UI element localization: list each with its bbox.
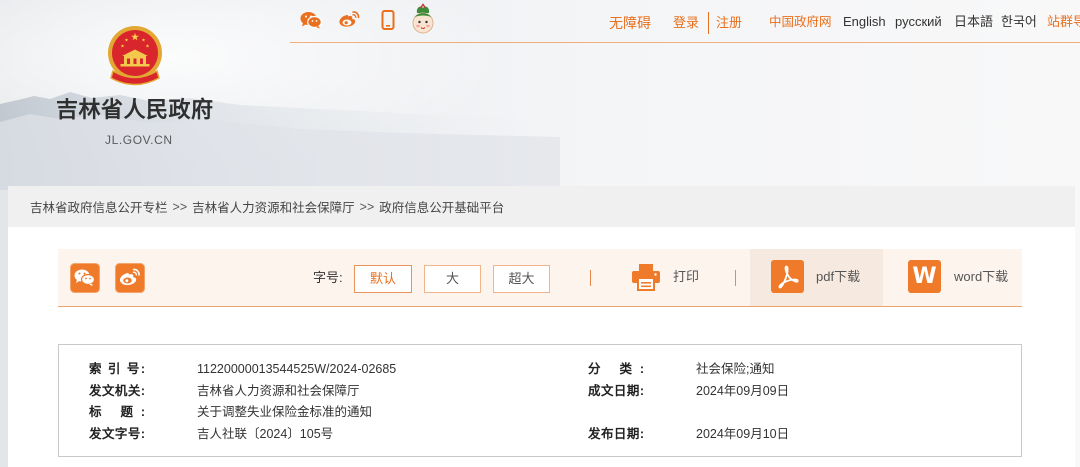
breadcrumb: 吉林省政府信息公开专栏 >> 吉林省人力资源和社会保障厅 >> 政府信息公开基础… [8,186,1075,227]
index-number-value: 11220000013544525W/2024-02685 [197,362,397,376]
breadcrumb-separator: >> [172,199,188,214]
share-weibo-button[interactable] [115,263,145,298]
pdf-download-button[interactable]: pdf下载 [816,270,860,284]
issuer-value: 吉林省人力资源和社会保障厅 [197,384,360,398]
weibo-icon [115,263,145,293]
site-group-nav-link[interactable]: 站群导 [1047,14,1080,30]
weibo-icon[interactable] [338,10,360,33]
font-size-xlarge-button[interactable]: 超大 [493,265,550,293]
print-button[interactable]: 打印 [673,270,699,284]
breadcrumb-separator: >> [359,199,375,214]
russian-link[interactable]: русский [895,14,942,30]
site-domain: JL.GOV.CN [105,133,173,147]
issuer-label: 发文机关: [89,384,145,398]
title-value: 关于调整失业保险金标准的通知 [197,405,373,419]
share-wechat-button[interactable] [70,263,100,298]
breadcrumb-item-hrss-department[interactable]: 吉林省人力资源和社会保障厅 [192,197,355,216]
font-size-default-button[interactable]: 默认 [354,265,412,293]
document-number-value: 吉人社联〔2024〕105号 [197,427,334,441]
login-link[interactable]: 登录 [673,15,699,31]
written-date-value: 2024年09月09日 [696,384,790,398]
publish-date-value: 2024年09月10日 [696,427,790,441]
login-register-divider [708,12,709,34]
china-gov-link[interactable]: 中国政府网 [769,14,832,30]
mascot-icon[interactable] [411,3,435,40]
written-date-label: 成文日期: [588,384,644,398]
site-title: 吉林省人民政府 [56,97,214,122]
publish-date-label: 发布日期: [588,427,644,441]
register-link[interactable]: 注册 [716,15,742,31]
word-download-button[interactable]: word下载 [954,270,1008,284]
wechat-icon[interactable] [300,11,322,34]
national-emblem-icon [108,26,162,86]
title-label: 标 题: [89,405,145,419]
mobile-icon[interactable] [381,10,395,35]
top-bar: 无障碍 登录 注册 中国政府网 English русский 日本語 한국어 … [290,0,1080,43]
site-logo[interactable]: 吉林省人民政府 JL.GOV.CN [52,22,227,152]
index-number-label: 索 引 号: [89,362,145,376]
korean-link[interactable]: 한국어 [1001,14,1037,30]
wechat-icon [70,263,100,293]
document-info-table: 索 引 号: 11220000013544525W/2024-02685 分 类… [58,344,1022,457]
article-toolbar: 字号: 默认 大 超大 打印 pdf下载 W word下载 [58,249,1022,307]
document-number-label: 发文字号: [89,427,145,441]
font-size-large-button[interactable]: 大 [424,265,481,293]
breadcrumb-item-info-platform[interactable]: 政府信息公开基础平台 [379,197,504,216]
accessibility-link[interactable]: 无障碍 [609,15,651,31]
english-link[interactable]: English [843,14,886,30]
word-icon[interactable]: W [908,260,941,293]
category-value: 社会保险;通知 [696,362,775,376]
toolbar-divider [590,270,591,286]
font-size-label: 字号: [313,270,343,285]
pdf-icon[interactable] [771,260,804,298]
content-panel: 吉林省政府信息公开专栏 >> 吉林省人力资源和社会保障厅 >> 政府信息公开基础… [8,186,1075,467]
japanese-link[interactable]: 日本語 [954,14,993,30]
toolbar-divider [735,270,736,286]
category-label: 分 类: [588,362,644,376]
breadcrumb-item-gov-info-column[interactable]: 吉林省政府信息公开专栏 [30,197,168,216]
printer-icon[interactable] [631,263,661,296]
